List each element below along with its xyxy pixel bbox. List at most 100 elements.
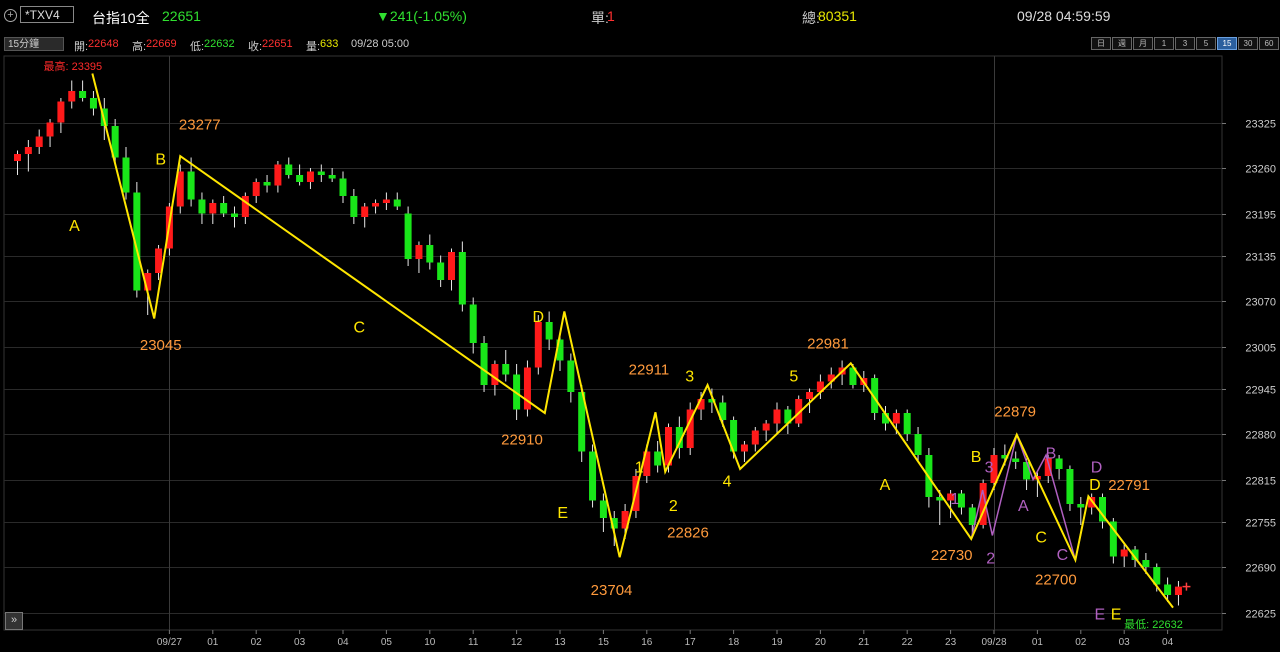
candle-up [46,122,54,137]
candle-down [220,203,228,214]
x-tick-label: 18 [728,637,740,648]
candle-up [57,101,65,123]
candle-up [252,182,260,196]
candle-down [545,322,553,340]
x-tick-label: 02 [251,637,263,648]
candle-down [198,199,206,214]
candle-up [306,171,314,182]
candle-down [903,413,911,434]
candle-up [491,364,499,385]
candle-down [1023,462,1031,480]
candle-up [740,444,748,452]
candle-down [350,196,358,217]
expand-icon[interactable]: » [5,612,23,630]
y-tick-label: 22755 [1245,518,1276,530]
chart-annotation: B [155,152,166,169]
candle-down [122,157,130,193]
candle-up [534,322,542,368]
chart-annotation: 3 [685,369,694,386]
chart-annotation: C [1057,547,1069,564]
candle-down [187,171,195,200]
candle-up [35,136,43,147]
x-tick-label: 01 [207,637,219,648]
chart-annotation: 1 [950,491,959,508]
x-tick-label: 09/27 [157,637,182,648]
x-tick-label: 04 [337,637,349,648]
chart-annotation: 22826 [667,525,709,542]
candle-up [24,147,32,154]
candle-down [231,213,238,217]
candle-down [589,451,597,501]
candle-up [14,154,21,161]
y-tick-label: 22880 [1245,430,1276,442]
chart-annotation: E [557,505,568,522]
candle-up [209,203,217,214]
candle-down [393,199,401,207]
x-tick-label: 13 [554,637,566,648]
candle-up [415,245,423,259]
candle-down [567,360,575,392]
candle-down [654,451,662,466]
x-tick-label: 03 [294,637,306,648]
candle-down [79,91,87,98]
chart-annotation: 22791 [1108,477,1150,494]
candlestick-chart[interactable]: 2332523260231952313523070230052294522880… [0,0,1280,652]
chart-annotation: 23704 [591,582,633,599]
x-tick-label: 05 [381,637,393,648]
candle-up [361,206,369,217]
candle-up [448,252,455,280]
candle-down [914,434,922,455]
chart-annotation: 23277 [179,117,221,134]
candle-down [1164,584,1172,595]
candle-up [1174,586,1182,595]
chart-annotation: 3 [985,460,994,477]
candle-down [296,175,304,182]
y-tick-label: 22625 [1245,609,1276,621]
y-tick-label: 23260 [1245,164,1276,176]
chart-annotation: C [1035,530,1047,547]
chart-annotation: B [1046,446,1057,463]
candle-up [68,91,76,102]
y-tick-label: 23005 [1245,343,1276,355]
candle-down [1077,504,1085,508]
chart-annotation: E [1111,607,1122,624]
candle-up [155,248,163,273]
x-tick-label: 03 [1119,637,1131,648]
chart-annotation: 5 [789,369,798,386]
candle-down [328,175,336,179]
chart-annotation: A [69,218,80,235]
x-tick-label: 01 [1032,637,1044,648]
elliott-wave-line [91,73,1174,609]
chart-annotation: 22700 [1035,572,1077,589]
y-tick-label: 23070 [1245,297,1276,309]
chart-annotation: A [1018,498,1029,515]
chart-annotation: D [1091,460,1103,477]
x-tick-label: 23 [945,637,957,648]
candle-down [426,245,434,263]
candle-up [892,413,900,424]
candle-up [806,392,814,399]
x-tick-label: 21 [858,637,870,648]
candle-down [263,182,271,186]
candle-up [751,430,759,445]
candle-down [502,364,510,375]
chart-annotation: 2 [986,551,995,568]
x-tick-label: 16 [641,637,653,648]
x-tick-label: 20 [815,637,827,648]
candle-down [404,213,412,259]
candle-up [1120,549,1128,557]
x-tick-label: 15 [598,637,610,648]
x-tick-label: 04 [1162,637,1174,648]
x-tick-label: 19 [771,637,783,648]
candle-down [1066,469,1074,504]
y-tick-label: 23195 [1245,210,1276,222]
y-tick-label: 22945 [1245,385,1276,397]
candle-down [285,164,293,175]
x-tick-label: 17 [685,637,697,648]
candle-down [458,252,466,305]
chart-annotation: 22911 [629,362,670,379]
candle-up [762,423,770,431]
candle-up [773,409,781,424]
x-tick-label: 10 [424,637,436,648]
chart-annotation: D [1089,477,1101,494]
